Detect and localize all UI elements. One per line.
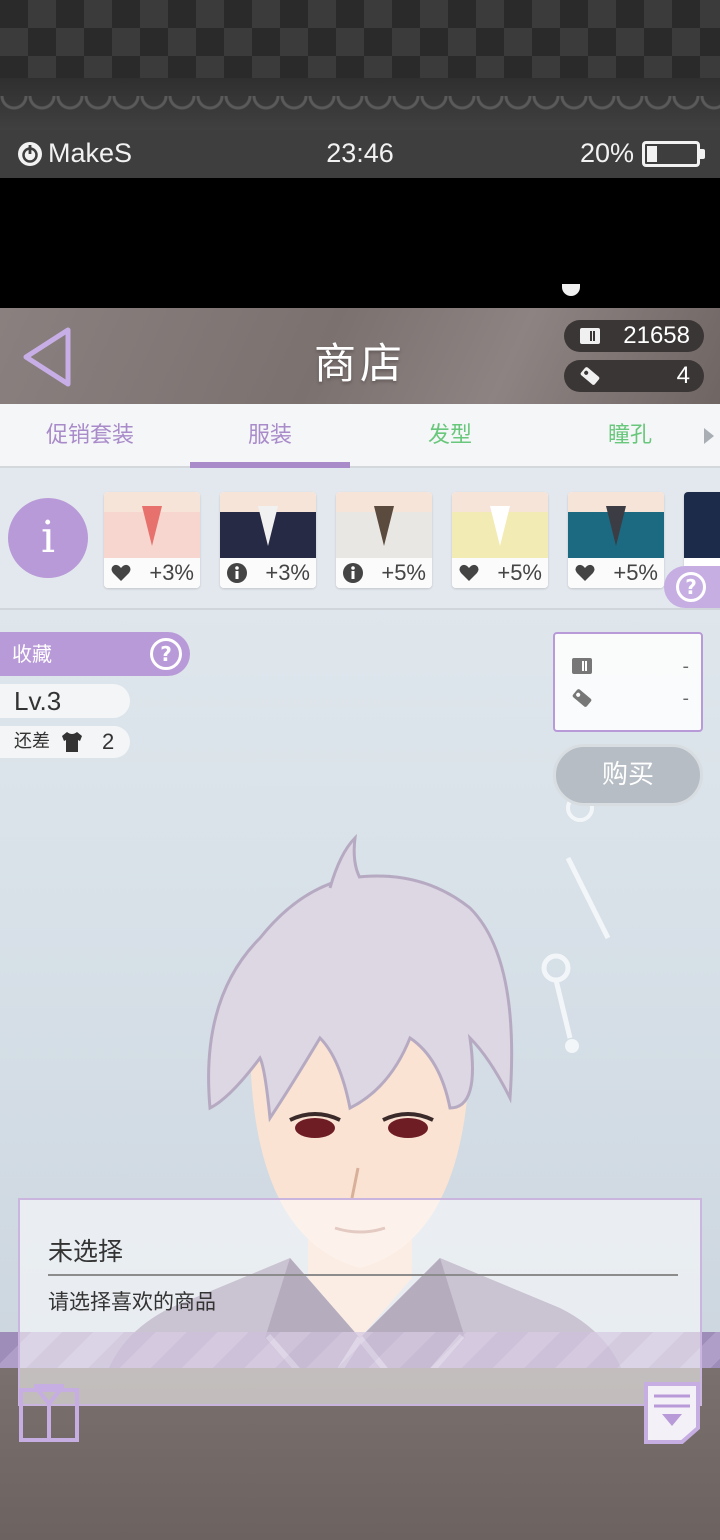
shop-header: 商店 21658 4: [0, 308, 720, 404]
item-stat: +5%: [452, 558, 548, 588]
collection-level: Lv.3: [0, 684, 130, 718]
coin-amount: 21658: [623, 322, 690, 349]
item-stat: +3%: [220, 558, 316, 588]
item-card[interactable]: +5%: [452, 492, 548, 588]
shop-screen: 商店 21658 4 促销套装 服装 发型 瞳孔 i +3% +3% +5% +5: [0, 308, 720, 1540]
wardrobe-icon[interactable]: [18, 1380, 80, 1444]
item-thumbnail: [336, 492, 432, 558]
battery-icon: [642, 140, 705, 167]
battery-percent: 20%: [579, 138, 634, 168]
ticket-amount: 4: [676, 362, 690, 389]
collar-detail: [606, 506, 626, 546]
battery-group: 20%: [579, 138, 705, 169]
active-tab-indicator: [190, 462, 350, 468]
selected-item-name: 未选择: [48, 1237, 124, 1266]
collar-detail: [490, 506, 510, 546]
divider: [0, 608, 720, 610]
notes-icon[interactable]: [642, 1380, 702, 1446]
item-bonus: +3%: [149, 560, 194, 585]
tab-pupils[interactable]: 瞳孔: [550, 404, 710, 468]
items-help-button[interactable]: ?: [664, 566, 720, 608]
buy-button[interactable]: 购买: [553, 744, 703, 806]
info-icon: [343, 563, 363, 583]
collection-remaining: 还差 2: [0, 726, 130, 758]
tab-hairstyle[interactable]: 发型: [370, 404, 530, 468]
remaining-count: 2: [102, 729, 115, 754]
item-description-panel: 未选择 请选择喜欢的商品: [18, 1198, 702, 1406]
screen-gap: [0, 178, 720, 308]
item-card[interactable]: +5%: [568, 492, 664, 588]
item-thumbnail: [568, 492, 664, 558]
selected-item-description: 请选择喜欢的商品: [48, 1290, 216, 1314]
heart-icon: [459, 564, 479, 581]
shirt-icon: [62, 732, 82, 752]
item-stat: +5%: [568, 558, 664, 588]
divider: [48, 1274, 678, 1276]
category-tabs: 促销套装 服装 发型 瞳孔: [0, 404, 720, 468]
ticket-balance: 4: [564, 360, 704, 392]
remaining-label: 还差: [14, 731, 50, 752]
ticket-price: -: [682, 687, 690, 709]
collection-help-icon[interactable]: ?: [150, 638, 182, 670]
heart-icon: [111, 564, 131, 581]
lace-border: [0, 78, 720, 130]
tab-clothing[interactable]: 服装: [190, 404, 350, 468]
item-thumbnail: [684, 492, 720, 558]
coin-balance: 21658: [564, 320, 704, 352]
coin-price: -: [682, 655, 690, 677]
item-card[interactable]: +5%: [336, 492, 432, 588]
price-box: - -: [553, 632, 703, 732]
item-bonus: +5%: [613, 560, 658, 585]
item-stat: +3%: [104, 558, 200, 588]
item-thumbnail: [220, 492, 316, 558]
battery-fill: [647, 145, 657, 162]
item-bonus: +3%: [265, 560, 310, 585]
coin-icon: [572, 658, 592, 674]
item-card[interactable]: +3%: [104, 492, 200, 588]
info-icon: [227, 563, 247, 583]
ticket-price-row: -: [571, 686, 689, 710]
collar-detail: [374, 506, 394, 546]
item-carousel: i +3% +3% +5% +5% +5% ?: [0, 470, 720, 608]
item-thumbnail: [452, 492, 548, 558]
chevron-right-icon[interactable]: [702, 422, 716, 450]
tab-promo-sets[interactable]: 促销套装: [10, 404, 170, 468]
coin-icon: [580, 328, 600, 344]
status-bar: MakeS 23:46 20%: [0, 130, 720, 178]
collar-detail: [142, 506, 162, 546]
item-card[interactable]: +3%: [220, 492, 316, 588]
item-thumbnail: [104, 492, 200, 558]
item-bonus: +5%: [381, 560, 426, 585]
info-button[interactable]: i: [8, 498, 88, 578]
ticket-icon: [580, 367, 600, 385]
collar-detail: [258, 506, 278, 546]
heart-icon: [575, 564, 595, 581]
ticket-icon: [572, 689, 592, 707]
question-icon: ?: [676, 572, 706, 602]
item-stat: +5%: [336, 558, 432, 588]
item-bonus: +5%: [497, 560, 542, 585]
coin-price-row: -: [571, 654, 689, 678]
